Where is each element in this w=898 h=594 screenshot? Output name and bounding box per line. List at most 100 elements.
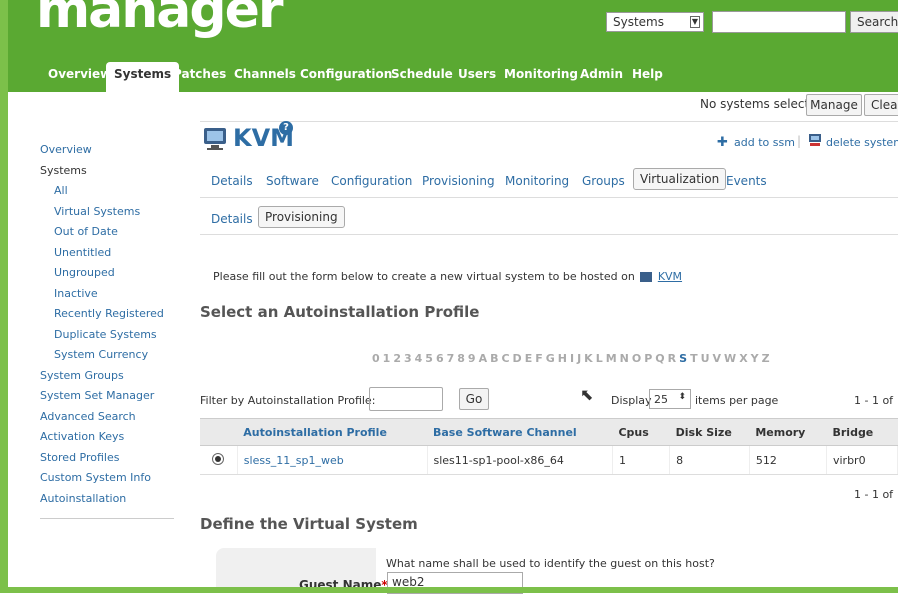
window-frame-left bbox=[0, 0, 8, 593]
alphabet-letter-0: 0 bbox=[372, 352, 383, 365]
add-to-ssm-link[interactable]: add to ssm bbox=[734, 136, 795, 149]
sidebar-item-system-groups[interactable]: System Groups bbox=[40, 366, 190, 387]
bridge-cell: virbr0 bbox=[826, 445, 898, 475]
sidebar-item-activation-keys[interactable]: Activation Keys bbox=[40, 427, 190, 448]
topnav-patches[interactable]: Patches bbox=[173, 62, 226, 86]
column-header-profile[interactable]: Autoinstallation Profile bbox=[237, 418, 427, 446]
sidebar-item-out-of-date[interactable]: Out of Date bbox=[40, 222, 190, 243]
window-frame-bottom bbox=[0, 587, 898, 593]
kvm-host-link[interactable]: KVM bbox=[658, 270, 682, 283]
alphabet-letter-q: Q bbox=[655, 352, 668, 365]
tab-virtualization[interactable]: Virtualization bbox=[633, 168, 727, 190]
sidebar-item-recently-registered[interactable]: Recently Registered bbox=[40, 304, 190, 325]
topnav-configuration[interactable]: Configuration bbox=[300, 62, 392, 86]
topnav-help[interactable]: Help bbox=[632, 62, 663, 86]
search-scope-select[interactable]: Systems ▼ bbox=[606, 12, 704, 32]
column-header-channel[interactable]: Base Software Channel bbox=[427, 418, 613, 446]
sidebar-item-unentitled[interactable]: Unentitled bbox=[40, 243, 190, 264]
delete-system-link[interactable]: delete system bbox=[826, 136, 898, 149]
topnav-users[interactable]: Users bbox=[458, 62, 496, 86]
profiles-table: Autoinstallation Profile Base Software C… bbox=[200, 418, 898, 475]
section-heading-profile: Select an Autoinstallation Profile bbox=[200, 303, 480, 321]
tab-software[interactable]: Software bbox=[266, 174, 319, 188]
sidebar-item-duplicate-systems[interactable]: Duplicate Systems bbox=[40, 325, 190, 346]
sidebar-item-custom-system-info[interactable]: Custom System Info bbox=[40, 468, 190, 489]
table-header-row: Autoinstallation Profile Base Software C… bbox=[200, 418, 898, 446]
column-header-disk-size: Disk Size bbox=[669, 418, 750, 446]
tab-details[interactable]: Details bbox=[211, 174, 253, 188]
tab-events[interactable]: Events bbox=[726, 174, 767, 188]
alphabet-letter-x: X bbox=[739, 352, 751, 365]
topnav-overview[interactable]: Overview bbox=[48, 62, 111, 86]
tab-monitoring[interactable]: Monitoring bbox=[505, 174, 569, 188]
sidebar-item-system-set-manager[interactable]: System Set Manager bbox=[40, 386, 190, 407]
subtab-details[interactable]: Details bbox=[211, 212, 253, 226]
tab-configuration[interactable]: Configuration bbox=[331, 174, 412, 188]
delete-system-icon bbox=[808, 133, 822, 150]
sidebar-item-stored-profiles[interactable]: Stored Profiles bbox=[40, 448, 190, 469]
tab-provisioning[interactable]: Provisioning bbox=[422, 174, 495, 188]
alphabet-letter-7: 7 bbox=[446, 352, 458, 365]
separator: | bbox=[797, 134, 802, 148]
go-button[interactable]: Go bbox=[459, 388, 489, 410]
intro-text: Please fill out the form below to create… bbox=[213, 270, 682, 283]
alphabet-letter-h: H bbox=[557, 352, 570, 365]
tab-groups[interactable]: Groups bbox=[582, 174, 625, 188]
sidebar-item-virtual-systems[interactable]: Virtual Systems bbox=[40, 202, 190, 223]
alphabet-letter-d: D bbox=[512, 352, 525, 365]
items-per-page-label: items per page bbox=[695, 394, 779, 407]
alphabet-letter-t: T bbox=[690, 352, 701, 365]
topnav-admin[interactable]: Admin bbox=[580, 62, 623, 86]
filter-label: Filter by Autoinstallation Profile: bbox=[200, 394, 376, 407]
sidebar-divider bbox=[40, 518, 174, 519]
alphabet-letter-y: Y bbox=[750, 352, 762, 365]
topnav-systems[interactable]: Systems bbox=[106, 62, 180, 92]
alphabet-letter-3: 3 bbox=[403, 352, 415, 365]
disk-cell: 8 bbox=[669, 445, 750, 475]
alphabet-letter-5: 5 bbox=[425, 352, 436, 365]
pagination-range-bottom: 1 - 1 of bbox=[854, 488, 894, 501]
clear-button[interactable]: Clea bbox=[864, 94, 898, 116]
sidebar-item-all[interactable]: All bbox=[40, 181, 190, 202]
mouse-cursor-icon: ⬉ bbox=[580, 385, 594, 404]
help-icon[interactable]: ? bbox=[279, 121, 293, 135]
search-input[interactable] bbox=[712, 11, 846, 33]
alphabet-letter-e: E bbox=[524, 352, 536, 365]
alphabet-letter-w: W bbox=[724, 352, 740, 365]
topnav-monitoring[interactable]: Monitoring bbox=[504, 62, 578, 86]
alphabet-letter-8: 8 bbox=[457, 352, 468, 365]
topnav-schedule[interactable]: Schedule bbox=[391, 62, 453, 86]
select-column-header bbox=[200, 418, 238, 446]
alphabet-letter-l: L bbox=[595, 352, 606, 365]
subtab-provisioning[interactable]: Provisioning bbox=[258, 206, 345, 228]
chevron-down-icon: ▼ bbox=[690, 16, 700, 28]
alphabet-letter-r: R bbox=[667, 352, 680, 365]
items-per-page-select[interactable]: 25 ⬍ bbox=[649, 389, 691, 409]
alphabet-letter-u: U bbox=[700, 352, 713, 365]
sidebar-item-overview[interactable]: Overview bbox=[40, 140, 190, 161]
topnav-channels[interactable]: Channels bbox=[234, 62, 296, 86]
profile-link[interactable]: sless_11_sp1_web bbox=[237, 445, 428, 475]
alphabet-letter-c: C bbox=[501, 352, 513, 365]
subtabs-divider bbox=[200, 234, 898, 235]
cpus-cell: 1 bbox=[612, 445, 671, 475]
intro-text-body: Please fill out the form below to create… bbox=[213, 270, 635, 283]
alphabet-letter-2: 2 bbox=[393, 352, 404, 365]
sidebar-item-ungrouped[interactable]: Ungrouped bbox=[40, 263, 190, 284]
manage-button[interactable]: Manage bbox=[806, 94, 862, 116]
sidebar-item-advanced-search[interactable]: Advanced Search bbox=[40, 407, 190, 428]
radio-selected-icon[interactable] bbox=[212, 452, 225, 465]
row-radio[interactable] bbox=[200, 445, 238, 475]
column-header-cpus: Cpus bbox=[612, 418, 670, 446]
sidebar-item-inactive[interactable]: Inactive bbox=[40, 284, 190, 305]
filter-input[interactable] bbox=[369, 387, 443, 411]
sidebar-item-autoinstallation[interactable]: Autoinstallation bbox=[40, 489, 190, 510]
alphabet-letter-s[interactable]: S bbox=[679, 352, 690, 365]
alphabet-letter-b: B bbox=[490, 352, 502, 365]
sidebar-item-system-currency[interactable]: System Currency bbox=[40, 345, 190, 366]
logo: manager bbox=[36, 0, 284, 40]
top-nav: Overview Systems Patches Channels Config… bbox=[8, 56, 898, 92]
search-button[interactable]: Search bbox=[850, 11, 898, 33]
alphabet-letter-k: K bbox=[584, 352, 596, 365]
sidebar-item-systems[interactable]: Systems bbox=[40, 161, 190, 182]
